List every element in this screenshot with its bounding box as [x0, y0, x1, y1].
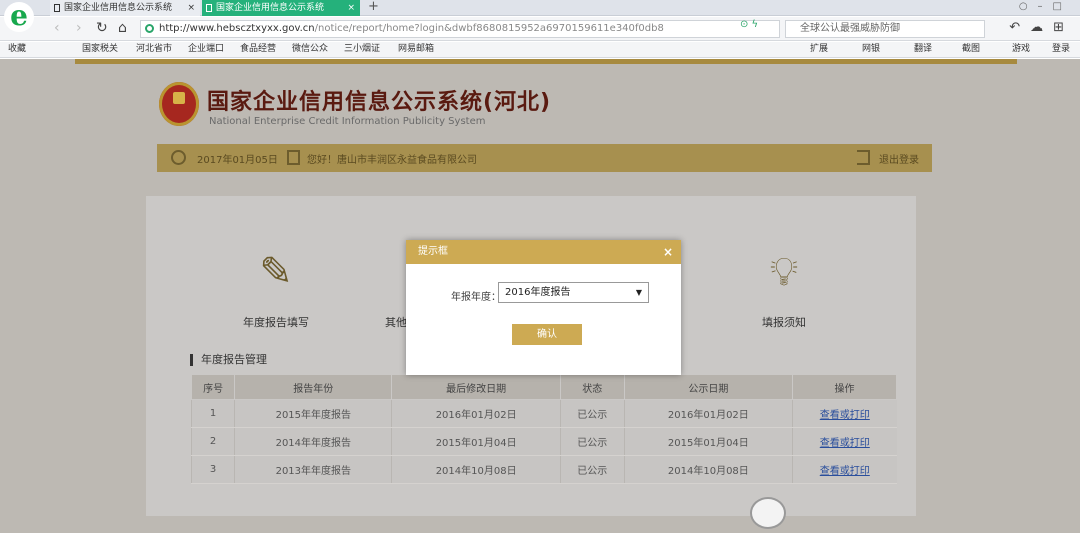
bookmark-item[interactable]: 河北省市 [136, 42, 172, 57]
close-icon[interactable]: × [663, 240, 673, 264]
close-tab-icon[interactable]: × [347, 0, 355, 16]
function-label: 填报须知 [762, 316, 806, 329]
search-input[interactable]: 全球公认最强威胁防御 [785, 20, 985, 38]
annual-report-table: 序号 报告年份 最后修改日期 状态 公示日期 操作 1 2015年年度报告 20… [190, 374, 897, 484]
logout-link[interactable]: 退出登录 [879, 151, 919, 166]
site-header: 国家企业信用信息公示系统(河北) National Enterprise Cre… [157, 69, 932, 199]
dialog-body: 年报年度： 2016年度报告 ▼ 确认 [406, 264, 681, 375]
document-icon [54, 4, 60, 12]
site-subtitle: National Enterprise Credit Information P… [209, 116, 486, 127]
cell-publish-date: 2015年01月04日 [623, 427, 793, 456]
cell-index: 1 [190, 399, 235, 428]
home-icon[interactable]: ⌂ [118, 20, 127, 36]
site-title: 国家企业信用信息公示系统(河北) [207, 90, 552, 115]
clock-icon [171, 150, 186, 165]
window-controls[interactable]: ○–□ [1019, 1, 1072, 12]
url-host: http://www.hebscztxyxx.gov.cn [159, 23, 315, 34]
chevron-down-icon: ▼ [635, 288, 642, 297]
dialog-header: 提示框 × [406, 240, 681, 264]
table-row: 2 2014年年度报告 2015年01月04日 已公示 2015年01月04日 … [190, 427, 897, 456]
cell-report-year: 2015年年度报告 [234, 399, 392, 428]
table-header-row: 序号 报告年份 最后修改日期 状态 公示日期 操作 [190, 374, 897, 400]
url-path: /notice/report/home?login&dwbf8680815952… [314, 23, 664, 34]
cell-modified-date: 2016年01月02日 [391, 399, 561, 428]
bookmark-item[interactable]: 食品经营 [240, 42, 276, 57]
new-tab-button[interactable]: + [368, 0, 379, 14]
toolbar-icons[interactable]: ↶☁⊞ [1009, 20, 1074, 35]
address-bar[interactable]: http://www.hebscztxyxx.gov.cn/notice/rep… [140, 20, 780, 38]
cell-status: 已公示 [559, 455, 625, 484]
table-row: 1 2015年年度报告 2016年01月02日 已公示 2016年01月02日 … [190, 399, 897, 428]
refresh-icon[interactable]: ↻ [96, 20, 108, 36]
tab-label: 国家企业信用信息公示系统 [216, 3, 325, 13]
cell-status: 已公示 [559, 399, 625, 428]
browser-nav-bar: ‹ › ↻ ⌂ http://www.hebscztxyxx.gov.cn/no… [0, 17, 1080, 41]
year-select[interactable]: 2016年度报告 ▼ [498, 282, 649, 303]
year-field-label: 年报年度： [451, 292, 501, 303]
logout-icon[interactable] [857, 150, 870, 165]
cell-index: 3 [190, 455, 235, 484]
column-header: 公示日期 [623, 374, 794, 400]
wechat-watermark-icon [750, 497, 786, 529]
cell-publish-date: 2014年10月08日 [623, 455, 793, 484]
browser-tab-bar: 国家企业信用信息公示系统 × 国家企业信用信息公示系统 × + ○–□ [0, 0, 1080, 16]
bookmark-item[interactable]: 网银 [862, 42, 880, 57]
close-tab-icon[interactable]: × [187, 0, 195, 16]
column-header: 状态 [559, 374, 625, 400]
browser-logo-icon[interactable]: e [4, 2, 34, 32]
year-select-dialog: 提示框 × 年报年度： 2016年度报告 ▼ 确认 [406, 240, 681, 375]
column-header: 操作 [792, 374, 897, 400]
cell-index: 2 [190, 427, 235, 456]
bookmark-item[interactable]: 企业端口 [188, 42, 224, 57]
user-info-bar: 2017年01月05日 您好！唐山市丰润区永益食品有限公司 退出登录 [157, 144, 932, 172]
cell-modified-date: 2014年10月08日 [391, 455, 561, 484]
bookmark-item[interactable]: 登录 [1052, 42, 1070, 57]
national-emblem-icon [159, 82, 199, 126]
welcome-text: 您好！唐山市丰润区永益食品有限公司 [307, 155, 477, 166]
forward-icon[interactable]: › [76, 20, 82, 36]
year-select-value: 2016年度报告 [505, 287, 571, 298]
cell-publish-date: 2016年01月02日 [623, 399, 793, 428]
search-text: 全球公认最强威胁防御 [800, 23, 900, 34]
view-print-link[interactable]: 查看或打印 [792, 455, 897, 484]
tab-label: 国家企业信用信息公示系统 [64, 3, 173, 13]
bookmark-item[interactable]: 截图 [962, 42, 980, 57]
cell-status: 已公示 [559, 427, 625, 456]
back-icon[interactable]: ‹ [54, 20, 60, 36]
lightning-icon[interactable]: ⊙ ϟ [740, 19, 758, 30]
document-icon [206, 4, 212, 12]
bookmark-item[interactable]: 游戏 [1012, 42, 1030, 57]
cell-modified-date: 2015年01月04日 [391, 427, 561, 456]
cell-report-year: 2014年年度报告 [234, 427, 392, 456]
dialog-title: 提示框 [418, 246, 448, 257]
table-row: 3 2013年年度报告 2014年10月08日 已公示 2014年10月08日 … [190, 455, 897, 484]
function-label: 年度报告填写 [243, 316, 309, 329]
top-band [75, 59, 1017, 64]
bookmark-item[interactable]: 扩展 [810, 42, 828, 57]
secure-icon [145, 24, 154, 33]
bookmark-item[interactable]: 收藏 [8, 42, 26, 57]
column-header: 报告年份 [234, 374, 393, 400]
bookmark-item[interactable]: 网易邮箱 [398, 42, 434, 57]
column-header: 最后修改日期 [391, 374, 561, 400]
tab-1[interactable]: 国家企业信用信息公示系统 × [50, 0, 200, 16]
current-date: 2017年01月05日 [197, 155, 278, 166]
cell-report-year: 2013年年度报告 [234, 455, 392, 484]
section-title: 年度报告管理 [190, 354, 267, 366]
bookmark-item[interactable]: 三小烟证 [344, 42, 380, 57]
bookmarks-bar: 收藏 国家税关 河北省市 企业端口 食品经营 微信公众 三小烟证 网易邮箱 扩展… [0, 42, 1080, 58]
edit-icon: ✎ [259, 249, 293, 295]
bookmark-item[interactable]: 微信公众 [292, 42, 328, 57]
bookmark-item[interactable]: 翻译 [914, 42, 932, 57]
annual-report-fill[interactable]: ✎ 年度报告填写 [216, 244, 336, 330]
filing-notice[interactable]: 💡︎ 填报须知 [724, 244, 844, 330]
tab-2-active[interactable]: 国家企业信用信息公示系统 × [202, 0, 360, 16]
lightbulb-icon: 💡︎ [770, 249, 798, 295]
column-header: 序号 [190, 374, 236, 400]
confirm-button[interactable]: 确认 [512, 324, 582, 345]
view-print-link[interactable]: 查看或打印 [792, 427, 897, 456]
user-icon [287, 150, 300, 165]
view-print-link[interactable]: 查看或打印 [792, 399, 897, 428]
bookmark-item[interactable]: 国家税关 [82, 42, 118, 57]
